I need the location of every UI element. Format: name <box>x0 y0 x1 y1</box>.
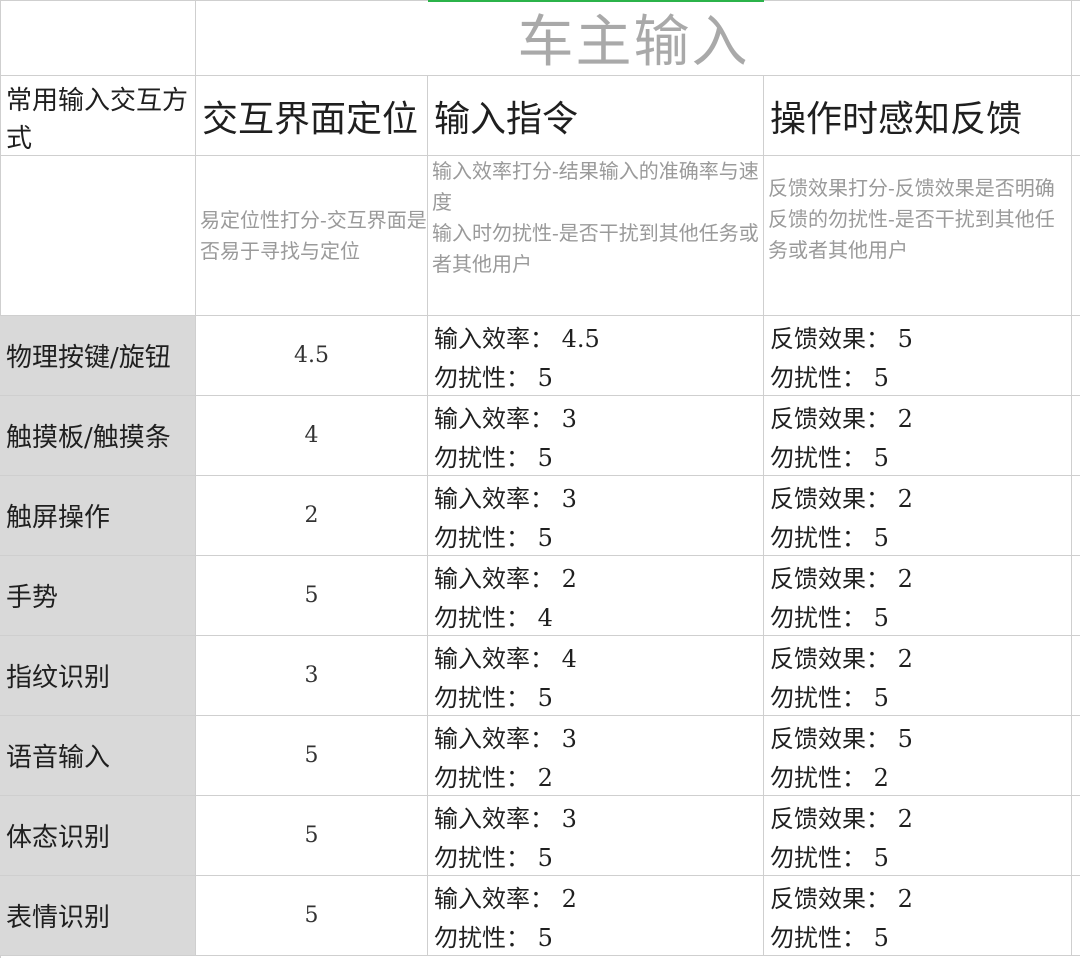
input-dnd-text: 勿扰性： 5 <box>434 364 553 392</box>
feedback-dnd-text: 勿扰性： 5 <box>770 524 889 552</box>
input-efficiency-text: 输入效率： 2 <box>434 885 577 913</box>
row-feedback-cell[interactable]: 反馈效果： 5 勿扰性： 2 <box>764 716 1072 796</box>
feedback-dnd-text: 勿扰性： 5 <box>770 924 889 952</box>
row-locate-score[interactable]: 5 <box>196 876 428 956</box>
description-empty-cell[interactable] <box>0 156 196 316</box>
corner-cell[interactable] <box>0 0 196 76</box>
row-method-label[interactable]: 体态识别 <box>0 796 196 876</box>
input-dnd-text: 勿扰性： 5 <box>434 524 553 552</box>
row-locate-score[interactable]: 5 <box>196 556 428 636</box>
header-interface-location[interactable]: 交互界面定位 <box>196 76 428 156</box>
row-feedback-cell[interactable]: 反馈效果： 2 勿扰性： 5 <box>764 636 1072 716</box>
description-feedback[interactable]: 反馈效果打分-反馈效果是否明确 反馈的勿扰性-是否干扰到其他任务或者其他用户 <box>764 156 1072 316</box>
feedback-effect-text: 反馈效果： 2 <box>770 565 913 593</box>
row-locate-score[interactable]: 3 <box>196 636 428 716</box>
row-feedback-cell[interactable]: 反馈效果： 2 勿扰性： 5 <box>764 476 1072 556</box>
overflow-cell <box>1072 876 1080 956</box>
feedback-effect-text: 反馈效果： 5 <box>770 325 913 353</box>
feedback-effect-text: 反馈效果： 2 <box>770 805 913 833</box>
feedback-effect-text: 反馈效果： 2 <box>770 885 913 913</box>
overflow-cell <box>1072 76 1080 156</box>
input-efficiency-text: 输入效率： 4 <box>434 645 577 673</box>
overflow-cell <box>1072 476 1080 556</box>
input-dnd-text: 勿扰性： 5 <box>434 444 553 472</box>
row-method-label[interactable]: 指纹识别 <box>0 636 196 716</box>
input-dnd-text: 勿扰性： 2 <box>434 764 553 792</box>
feedback-effect-text: 反馈效果： 2 <box>770 405 913 433</box>
header-perception-feedback[interactable]: 操作时感知反馈 <box>764 76 1072 156</box>
overflow-cell <box>1072 556 1080 636</box>
row-feedback-cell[interactable]: 反馈效果： 2 勿扰性： 5 <box>764 796 1072 876</box>
input-dnd-text: 勿扰性： 4 <box>434 604 553 632</box>
table-title: 车主输入 <box>196 0 1072 76</box>
row-method-label[interactable]: 手势 <box>0 556 196 636</box>
row-input-cell[interactable]: 输入效率： 4 勿扰性： 5 <box>428 636 764 716</box>
feedback-dnd-text: 勿扰性： 2 <box>770 764 889 792</box>
row-input-cell[interactable]: 输入效率： 3 勿扰性： 2 <box>428 716 764 796</box>
feedback-dnd-text: 勿扰性： 5 <box>770 364 889 392</box>
description-locate[interactable]: 易定位性打分-交互界面是否易于寻找与定位 <box>196 156 428 316</box>
row-input-cell[interactable]: 输入效率： 3 勿扰性： 5 <box>428 396 764 476</box>
overflow-cell <box>1072 716 1080 796</box>
row-locate-score[interactable]: 5 <box>196 716 428 796</box>
feedback-dnd-text: 勿扰性： 5 <box>770 444 889 472</box>
row-input-cell[interactable]: 输入效率： 4.5 勿扰性： 5 <box>428 316 764 396</box>
header-input-command[interactable]: 输入指令 <box>428 76 764 156</box>
input-efficiency-text: 输入效率： 3 <box>434 485 577 513</box>
feedback-dnd-text: 勿扰性： 5 <box>770 604 889 632</box>
row-input-cell[interactable]: 输入效率： 2 勿扰性： 5 <box>428 876 764 956</box>
overflow-cell <box>1072 396 1080 476</box>
overflow-cell <box>1072 156 1080 316</box>
row-method-label[interactable]: 物理按键/旋钮 <box>0 316 196 396</box>
row-feedback-cell[interactable]: 反馈效果： 2 勿扰性： 5 <box>764 396 1072 476</box>
row-input-cell[interactable]: 输入效率： 3 勿扰性： 5 <box>428 796 764 876</box>
description-input-efficiency: 输入效率打分-结果输入的准确率与速度 <box>432 159 759 214</box>
description-locate-text: 易定位性打分-交互界面是否易于寻找与定位 <box>200 207 427 263</box>
input-efficiency-text: 输入效率： 4.5 <box>434 325 600 353</box>
spreadsheet-table: 车主输入 常用输入交互方式 交互界面定位 输入指令 操作时感知反馈 易定位性打分… <box>0 0 1080 958</box>
overflow-cell <box>1072 796 1080 876</box>
row-locate-score[interactable]: 5 <box>196 796 428 876</box>
row-input-cell[interactable]: 输入效率： 2 勿扰性： 4 <box>428 556 764 636</box>
input-efficiency-text: 输入效率： 3 <box>434 725 577 753</box>
row-method-label[interactable]: 触摸板/触摸条 <box>0 396 196 476</box>
row-locate-score[interactable]: 4 <box>196 396 428 476</box>
row-method-label[interactable]: 语音输入 <box>0 716 196 796</box>
row-feedback-cell[interactable]: 反馈效果： 2 勿扰性： 5 <box>764 876 1072 956</box>
row-feedback-cell[interactable]: 反馈效果： 5 勿扰性： 5 <box>764 316 1072 396</box>
selected-cell-indicator <box>428 0 764 2</box>
feedback-effect-text: 反馈效果： 2 <box>770 485 913 513</box>
feedback-dnd-text: 勿扰性： 5 <box>770 684 889 712</box>
input-dnd-text: 勿扰性： 5 <box>434 684 553 712</box>
feedback-effect-text: 反馈效果： 5 <box>770 725 913 753</box>
row-feedback-cell[interactable]: 反馈效果： 2 勿扰性： 5 <box>764 556 1072 636</box>
overflow-cell <box>1072 636 1080 716</box>
row-method-label[interactable]: 触屏操作 <box>0 476 196 556</box>
row-method-label[interactable]: 表情识别 <box>0 876 196 956</box>
input-dnd-text: 勿扰性： 5 <box>434 844 553 872</box>
description-feedback-dnd: 反馈的勿扰性-是否干扰到其他任务或者其他用户 <box>768 207 1055 262</box>
description-input-dnd: 输入时勿扰性-是否干扰到其他任务或者其他用户 <box>432 221 759 276</box>
description-feedback-effect: 反馈效果打分-反馈效果是否明确 <box>768 176 1055 200</box>
input-efficiency-text: 输入效率： 2 <box>434 565 577 593</box>
row-input-cell[interactable]: 输入效率： 3 勿扰性： 5 <box>428 476 764 556</box>
input-efficiency-text: 输入效率： 3 <box>434 805 577 833</box>
overflow-cell <box>1072 0 1080 76</box>
row-locate-score[interactable]: 2 <box>196 476 428 556</box>
overflow-cell <box>1072 316 1080 396</box>
row-locate-score[interactable]: 4.5 <box>196 316 428 396</box>
feedback-effect-text: 反馈效果： 2 <box>770 645 913 673</box>
description-input[interactable]: 输入效率打分-结果输入的准确率与速度 输入时勿扰性-是否干扰到其他任务或者其他用… <box>428 156 764 316</box>
header-input-method[interactable]: 常用输入交互方式 <box>0 76 196 156</box>
input-efficiency-text: 输入效率： 3 <box>434 405 577 433</box>
input-dnd-text: 勿扰性： 5 <box>434 924 553 952</box>
feedback-dnd-text: 勿扰性： 5 <box>770 844 889 872</box>
